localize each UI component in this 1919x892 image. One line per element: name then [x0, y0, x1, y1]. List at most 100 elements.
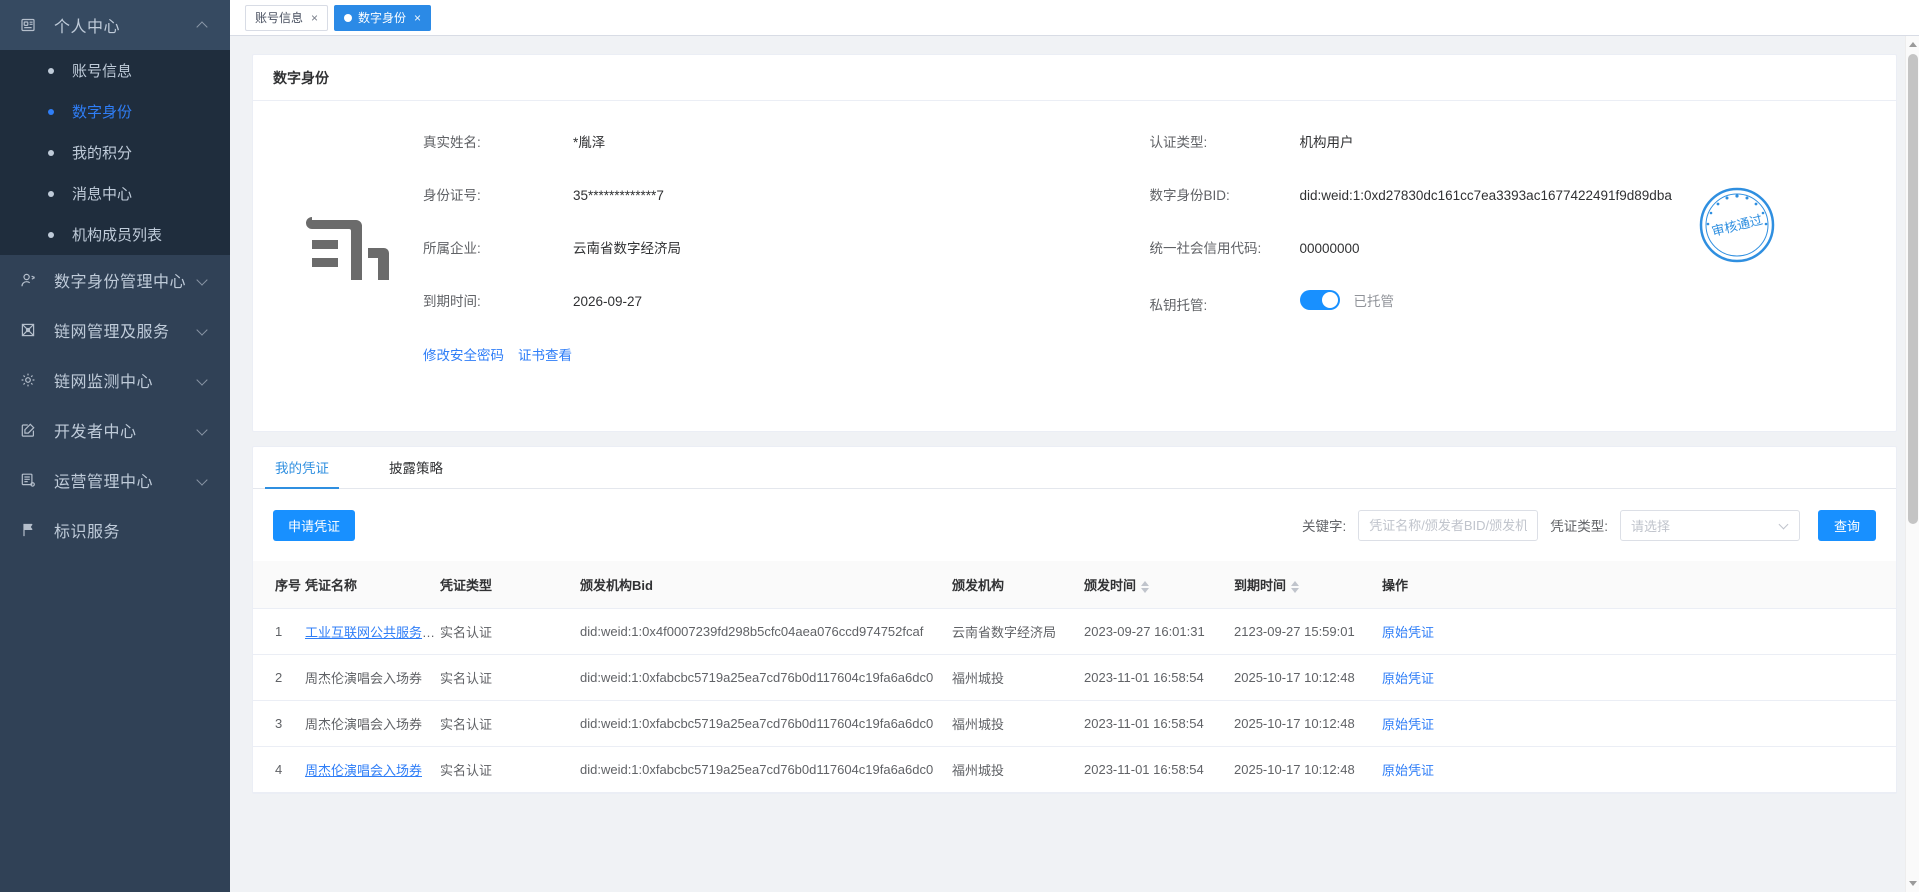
cell-2: 实名认证 — [440, 654, 580, 701]
cell-6: 2123-09-27 15:59:01 — [1234, 608, 1382, 655]
apply-credential-button[interactable]: 申请凭证 — [273, 509, 356, 541]
original-credential-link[interactable]: 原始凭证 — [1382, 671, 1434, 686]
original-credential-link[interactable]: 原始凭证 — [1382, 763, 1434, 778]
cell-7[interactable]: 原始凭证 — [1382, 608, 1896, 655]
cell-1: 周杰伦演唱会入场券 — [305, 654, 440, 701]
digital-identity-card: 数字身份 真实姓名: *胤泽 认证类型: 机构用户 身份证号: 35***********… — [252, 54, 1897, 432]
bullet-icon — [48, 149, 54, 156]
cell-0: 4 — [253, 746, 305, 793]
table-body: 1 工业互联网公共服务平... 实名认证 did:weid:1:0x4f0007239… — [253, 608, 1896, 793]
original-credential-link[interactable]: 原始凭证 — [1382, 717, 1434, 732]
cell-3: did:weid:1:0xfabcbc5719a25ea7cd76b0d1176… — [580, 746, 952, 793]
column-header-label: 凭证类型 — [440, 578, 493, 593]
sidebar-group-4[interactable]: 开发者中心 — [0, 405, 230, 455]
credential-toolbar: 申请凭证 关键字: 凭证类型: 请选择 查询 — [253, 489, 1896, 561]
bullet-icon — [48, 231, 54, 238]
sidebar-item-0[interactable]: 账号信息 — [0, 50, 230, 91]
sidebar-group-6[interactable]: 标识服务 — [0, 505, 230, 555]
content-area: 数字身份 真实姓名: *胤泽 认证类型: 机构用户 身份证号: 35***********… — [230, 36, 1919, 892]
sidebar-item-label: 数字身份 — [72, 104, 133, 121]
profile-field-key: 认证类型: — [1149, 135, 1208, 150]
profile-field-6: 到期时间: 2026-09-27 — [423, 290, 1150, 314]
sort-toggle-icon[interactable] — [1291, 580, 1300, 593]
sidebar-item-4[interactable]: 机构成员列表 — [0, 214, 230, 255]
tab-0[interactable]: 账号信息 × — [245, 4, 329, 31]
column-header-7: 操作 — [1382, 561, 1896, 609]
column-header-label: 颁发机构Bid — [580, 578, 653, 593]
cell-7[interactable]: 原始凭证 — [1382, 700, 1896, 747]
scrollbar-thumb[interactable] — [1908, 54, 1918, 524]
scroll-up-arrow-icon[interactable] — [1909, 42, 1917, 47]
credentials-card: 我的凭证 披露策略 申请凭证 关键字: 凭证类型: 请选择 查询 — [252, 446, 1897, 794]
keyword-label: 关键字: — [1301, 519, 1347, 534]
credential-tab-1[interactable]: 披露策略 — [387, 457, 445, 488]
profile-field-value: 35*************7 — [573, 188, 664, 203]
app-root: 个人中心账号信息数字身份我的积分 消息中心 机构成员列表 数字身份管理中心 链网管理及服… — [0, 0, 1919, 892]
column-header-label: 操作 — [1382, 578, 1409, 593]
edit-square-icon — [20, 422, 42, 438]
flag-icon — [20, 522, 42, 538]
escrow-state-label: 已托管 — [1353, 294, 1395, 309]
scroll-down-arrow-icon[interactable] — [1909, 881, 1917, 886]
column-header-label: 序号 — [275, 578, 302, 593]
cell-5: 2023-09-27 16:01:31 — [1084, 608, 1234, 655]
tab-close-icon[interactable]: × — [414, 12, 421, 24]
table-row: 3 周杰伦演唱会入场券 实名认证 did:weid:1:0xfabcbc5719a25… — [253, 700, 1896, 747]
sidebar-group-5[interactable]: 运营管理中心 — [0, 455, 230, 505]
column-header-label: 颁发时间 — [1084, 578, 1137, 593]
profile-fields: 真实姓名: *胤泽 认证类型: 机构用户 身份证号: 35*************7 数字… — [423, 131, 1876, 314]
column-header-5[interactable]: 颁发时间 — [1084, 561, 1234, 609]
cell-1[interactable]: 周杰伦演唱会入场券 — [305, 746, 440, 793]
vertical-scrollbar[interactable] — [1905, 36, 1919, 892]
column-header-4: 颁发机构 — [952, 561, 1084, 609]
cell-7[interactable]: 原始凭证 — [1382, 654, 1896, 701]
column-header-2: 凭证类型 — [440, 561, 580, 609]
tab-close-icon[interactable]: × — [311, 12, 318, 24]
original-credential-link[interactable]: 原始凭证 — [1382, 625, 1434, 640]
cell-3: did:weid:1:0x4f0007239fd298b5cfc04aea076… — [580, 608, 952, 655]
column-header-0: 序号 — [253, 561, 305, 609]
sidebar-group-3[interactable]: 链网监测中心 — [0, 355, 230, 405]
sidebar-item-3[interactable]: 消息中心 — [0, 173, 230, 214]
credential-name-link[interactable]: 工业互联网公共服务平... — [305, 625, 440, 640]
sidebar-item-2[interactable]: 我的积分 — [0, 132, 230, 173]
profile-field-4: 所属企业: 云南省数字经济局 — [423, 237, 1150, 257]
profile-links: 修改安全密码 证书查看 — [423, 344, 1876, 364]
sidebar-group-0[interactable]: 个人中心 — [0, 0, 230, 50]
tab-1[interactable]: 数字身份 × — [334, 4, 432, 31]
cell-7[interactable]: 原始凭证 — [1382, 746, 1896, 793]
user-add-icon — [20, 272, 42, 289]
search-button[interactable]: 查询 — [1817, 509, 1876, 541]
sidebar-group-1[interactable]: 数字身份管理中心 — [0, 255, 230, 305]
column-header-6[interactable]: 到期时间 — [1234, 561, 1382, 609]
cell-4: 云南省数字经济局 — [952, 608, 1084, 655]
profile-field-key: 真实姓名: — [423, 135, 481, 150]
cell-0: 2 — [253, 654, 305, 701]
cell-3: did:weid:1:0xfabcbc5719a25ea7cd76b0d1176… — [580, 700, 952, 747]
profile-field-key: 数字身份BID: — [1149, 188, 1230, 203]
chevron-down-icon — [196, 423, 210, 437]
sidebar-group-label: 个人中心 — [54, 19, 121, 36]
credential-tab-0[interactable]: 我的凭证 — [265, 457, 339, 489]
cell-4: 福州城投 — [952, 700, 1084, 747]
keyword-input[interactable] — [1358, 509, 1539, 541]
column-header-label: 凭证名称 — [305, 578, 358, 593]
escrow-switch-wrap: 已托管 — [1299, 290, 1395, 310]
profile-field-1: 认证类型: 机构用户 — [1150, 131, 1877, 151]
network-icon — [20, 322, 42, 338]
credential-name-link[interactable]: 周杰伦演唱会入场券 — [305, 763, 422, 778]
credential-type-select[interactable]: 请选择 — [1619, 509, 1800, 541]
cell-1[interactable]: 工业互联网公共服务平... — [305, 608, 440, 655]
cell-6: 2025-10-17 10:12:48 — [1234, 746, 1382, 793]
sidebar-item-1[interactable]: 数字身份 — [0, 91, 230, 132]
sort-toggle-icon[interactable] — [1141, 580, 1150, 593]
main-region: 账号信息 × 数字身份 × 数字身份 真实姓名: *胤泽 认证类型: 机构用户 … — [230, 0, 1919, 892]
escrow-toggle[interactable] — [1299, 290, 1340, 310]
toggle-knob — [1321, 292, 1338, 308]
profile-link-1[interactable]: 证书查看 — [518, 348, 572, 363]
cell-2: 实名认证 — [440, 746, 580, 793]
table-row: 4 周杰伦演唱会入场券 实名认证 did:weid:1:0xfabcbc5719a25… — [253, 746, 1896, 793]
sidebar-group-2[interactable]: 链网管理及服务 — [0, 305, 230, 355]
profile-link-0[interactable]: 修改安全密码 — [423, 348, 504, 363]
cell-2: 实名认证 — [440, 700, 580, 747]
